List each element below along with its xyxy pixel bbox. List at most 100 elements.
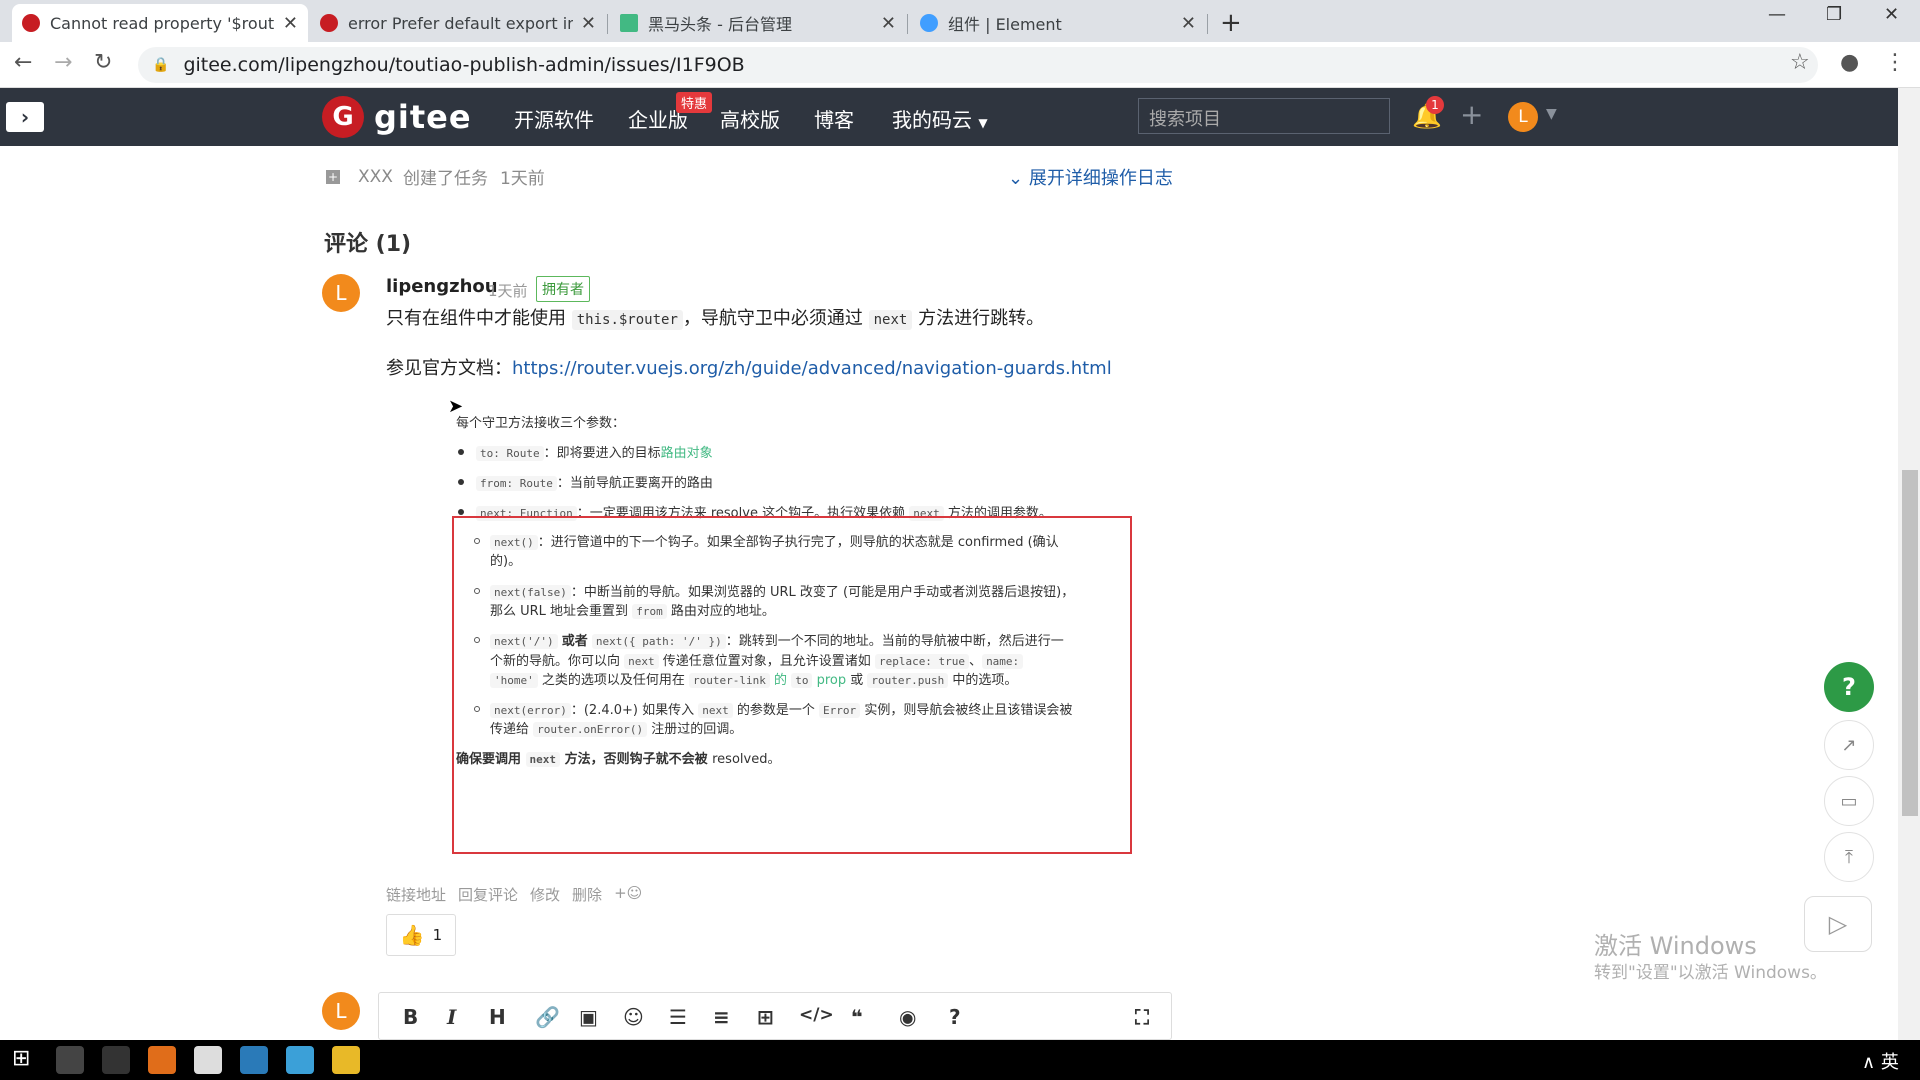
close-tab-icon[interactable]: ✕ <box>1181 13 1196 34</box>
ref-link[interactable]: https://router.vuejs.org/zh/guide/advanc… <box>512 358 1112 379</box>
browser-tab[interactable]: 黑马头条 - 后台管理 ✕ <box>610 4 906 42</box>
user-caret-icon[interactable]: ▼ <box>1546 106 1557 122</box>
nav-my-gitee[interactable]: 我的码云 ▼ <box>892 104 988 133</box>
nav-education[interactable]: 高校版 <box>720 104 780 133</box>
back-icon[interactable]: ← <box>14 50 32 75</box>
nav-blog[interactable]: 博客 <box>814 104 854 133</box>
image-icon[interactable]: ▣ <box>579 1005 598 1029</box>
profile-icon[interactable]: ● <box>1840 50 1859 75</box>
browser-tab[interactable]: Cannot read property '$router ✕ <box>12 4 308 42</box>
ime-indicator[interactable]: 英 <box>1881 1052 1899 1073</box>
forward-icon[interactable]: → <box>54 50 72 75</box>
doc-link[interactable]: 路由对象 <box>661 446 713 461</box>
link-icon[interactable]: 🔗 <box>535 1005 560 1029</box>
plus-square-icon: + <box>326 169 340 184</box>
close-tab-icon[interactable]: ✕ <box>881 13 896 34</box>
address-bar[interactable]: 🔒 gitee.com/lipengzhou/toutiao-publish-a… <box>138 47 1818 83</box>
log-user: XXX <box>358 166 393 187</box>
browser-tab-strip: Cannot read property '$router ✕ error Pr… <box>0 0 1920 42</box>
reload-icon[interactable]: ↻ <box>94 50 112 75</box>
doc-code: from: Route <box>476 476 557 491</box>
tab-title: Cannot read property '$router <box>50 13 275 33</box>
create-plus-icon[interactable]: + <box>1460 98 1483 131</box>
sidebar-toggle-button[interactable]: › <box>6 102 44 132</box>
help-icon[interactable]: ? <box>949 1005 961 1029</box>
unordered-list-icon[interactable]: ☰ <box>669 1005 687 1029</box>
italic-icon[interactable]: I <box>447 1005 456 1029</box>
file-explorer-taskbar-icon[interactable] <box>332 1046 360 1074</box>
nav-open-source[interactable]: 开源软件 <box>514 104 594 133</box>
edit-action[interactable]: 修改 <box>530 884 560 905</box>
code-icon[interactable]: </> <box>799 1005 834 1025</box>
doc-item-from: from: Route ：当前导航正要离开的路由 <box>476 472 713 491</box>
fullscreen-icon[interactable]: ⛶ <box>1135 1005 1149 1029</box>
bold-icon[interactable]: B <box>403 1005 418 1029</box>
preview-eye-icon[interactable]: ◉ <box>899 1005 916 1029</box>
ref-label: 参见官方文档： <box>386 358 512 379</box>
double-chevron-icon: ⌄ <box>1008 168 1024 189</box>
caret-down-icon: ▼ <box>978 116 988 130</box>
logo-text: gitee <box>374 98 472 136</box>
table-icon[interactable]: ⊞ <box>757 1005 774 1029</box>
vscode-taskbar-icon[interactable] <box>240 1046 268 1074</box>
quote-icon[interactable]: ❝ <box>851 1005 863 1029</box>
body-code: this.$router <box>571 310 683 330</box>
share-icon[interactable]: ↗ <box>1824 720 1874 770</box>
emoji-icon[interactable]: ☺ <box>623 1005 644 1029</box>
back-to-top-icon[interactable]: ⤒ <box>1824 832 1874 882</box>
tab-title: error Prefer default export imp <box>348 13 573 33</box>
heading-icon[interactable]: H <box>489 1005 506 1029</box>
close-tab-icon[interactable]: ✕ <box>581 13 596 34</box>
like-button[interactable]: 👍 1 <box>386 914 456 956</box>
highlight-box <box>452 516 1132 854</box>
url-text: gitee.com/lipengzhou/toutiao-publish-adm… <box>183 54 745 76</box>
tray-up-chevron-icon[interactable]: ∧ <box>1862 1052 1875 1073</box>
windows-activation-title: 激活 Windows <box>1594 932 1757 960</box>
copy-link-action[interactable]: 链接地址 <box>386 884 446 905</box>
log-action: 创建了任务 <box>402 169 488 189</box>
notes-taskbar-icon[interactable] <box>194 1046 222 1074</box>
minimize-icon[interactable]: — <box>1768 4 1786 25</box>
app-taskbar-icon[interactable] <box>286 1046 314 1074</box>
body-text: 方法进行跳转。 <box>918 308 1045 329</box>
float-help-button[interactable]: ? <box>1824 662 1874 712</box>
windows-taskbar: ⊞ ∧ 英 <box>0 1040 1920 1080</box>
add-reaction-action[interactable]: +☺ <box>614 884 642 905</box>
mouse-cursor-icon: ➤ <box>448 396 464 417</box>
delete-action[interactable]: 删除 <box>572 884 602 905</box>
ordered-list-icon[interactable]: ≡ <box>713 1005 730 1029</box>
browser-tab[interactable]: 组件 | Element ✕ <box>910 4 1206 42</box>
tab-title: 黑马头条 - 后台管理 <box>648 15 792 34</box>
new-tab-button[interactable]: + <box>1220 8 1242 38</box>
bookmark-star-icon[interactable]: ☆ <box>1790 50 1810 75</box>
browser-menu-icon[interactable]: ⋮ <box>1884 50 1906 75</box>
chrome-taskbar-icon[interactable] <box>102 1046 130 1074</box>
user-avatar[interactable]: L <box>1508 102 1538 132</box>
expand-log-link[interactable]: ⌄ 展开详细操作日志 <box>1008 164 1173 190</box>
close-tab-icon[interactable]: ✕ <box>283 13 298 34</box>
body-text: ，导航守卫中必须通过 <box>682 308 863 329</box>
body-text: 只有在组件中才能使用 <box>386 308 566 329</box>
windows-start-icon[interactable]: ⊞ <box>12 1046 40 1074</box>
activity-log: + XXX 创建了任务 1天前 <box>326 164 545 189</box>
restore-icon[interactable]: ❐ <box>1826 4 1842 25</box>
doc-text: ：当前导航正要离开的路由 <box>556 476 713 491</box>
browser-tab[interactable]: error Prefer default export imp ✕ <box>310 4 606 42</box>
comment-avatar[interactable]: L <box>322 274 360 312</box>
comment-author[interactable]: lipengzhou <box>386 276 498 297</box>
gitee-logo[interactable]: G gitee <box>322 96 472 138</box>
tab-separator <box>907 14 908 34</box>
comments-title: 评论 (1) <box>324 232 412 257</box>
search-input[interactable]: 搜索项目 <box>1138 98 1390 134</box>
chrome-taskbar-icon[interactable] <box>56 1046 84 1074</box>
sublime-taskbar-icon[interactable] <box>148 1046 176 1074</box>
bullet <box>458 479 464 485</box>
bullet <box>458 449 464 455</box>
nav-my-gitee-label: 我的码云 <box>892 108 972 132</box>
video-play-icon[interactable]: ▷ <box>1804 896 1872 952</box>
scrollbar-thumb[interactable] <box>1902 470 1918 816</box>
gitee-logo-icon: G <box>322 96 364 138</box>
feedback-icon[interactable]: ▭ <box>1824 776 1874 826</box>
reply-action[interactable]: 回复评论 <box>458 884 518 905</box>
close-window-icon[interactable]: ✕ <box>1884 4 1899 25</box>
